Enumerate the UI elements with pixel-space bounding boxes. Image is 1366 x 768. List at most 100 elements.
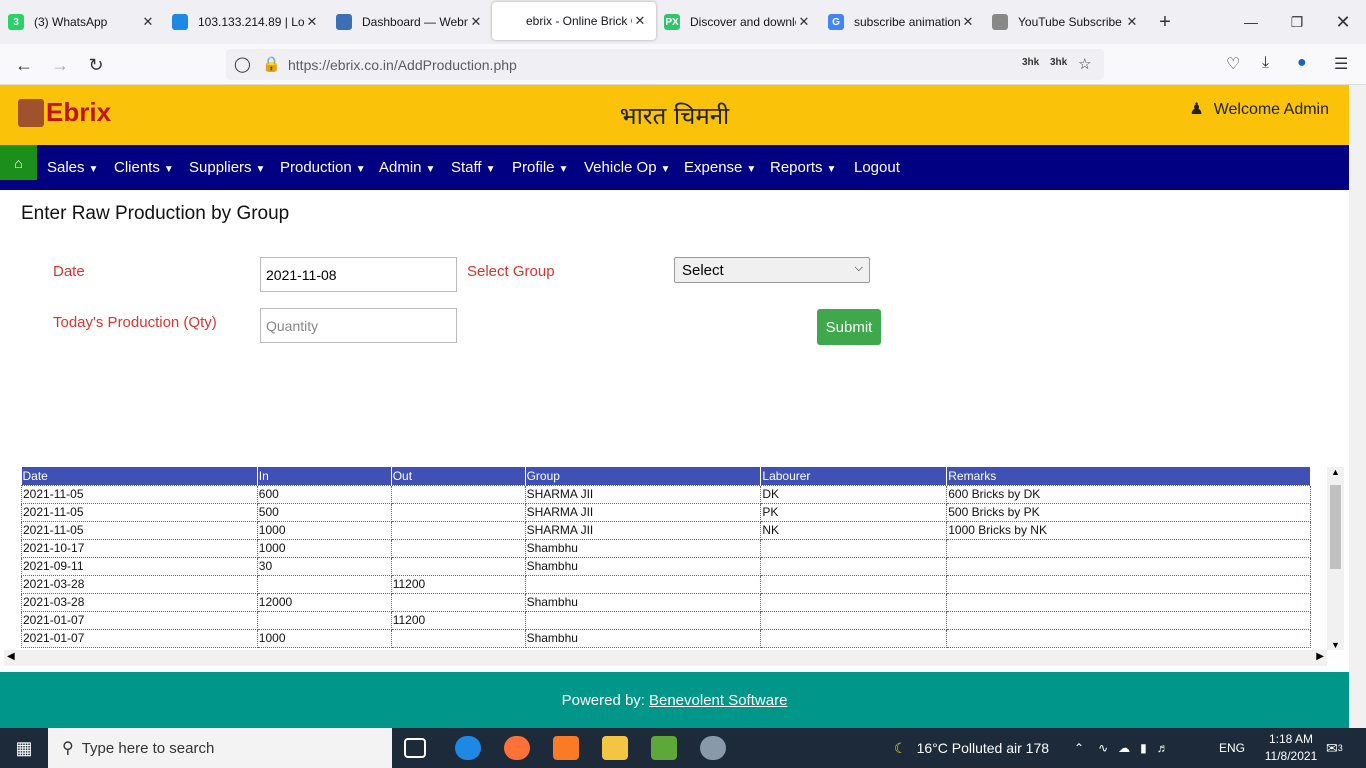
table-row: 2021-11-05 1000 SHARMA JII NK 1000 Bricks by… xyxy=(21,520,1311,540)
table-cell: 500 Bricks by PK xyxy=(946,502,1311,522)
new-tab-icon[interactable]: + xyxy=(1148,0,1182,44)
close-window-icon[interactable]: ✕ xyxy=(1320,0,1366,44)
pocket-icon[interactable]: ♡ xyxy=(1226,54,1240,74)
quantity-input[interactable]: Quantity xyxy=(260,308,457,343)
table-vertical-scrollbar[interactable]: ▲ ▼ xyxy=(1327,467,1344,650)
table-cell: Shambhu xyxy=(524,538,762,558)
remote-icon xyxy=(172,14,188,30)
scroll-left-icon[interactable]: ◀ xyxy=(7,651,15,662)
menu-item-logout[interactable]: Logout xyxy=(854,159,900,176)
shield-icon[interactable]: ◯ xyxy=(234,55,251,73)
scroll-down-icon[interactable]: ▼ xyxy=(1331,640,1340,650)
bookmark-star-icon[interactable]: ☆ xyxy=(1078,55,1091,73)
menu-item-admin[interactable]: Admin ▼ xyxy=(379,159,435,176)
extension-3hk-2[interactable]: 3hk xyxy=(1050,57,1067,68)
firefox-icon[interactable] xyxy=(504,736,530,760)
user-icon: ♟ xyxy=(1189,101,1204,118)
restore-icon[interactable]: ❐ xyxy=(1274,0,1320,44)
column-header[interactable]: Labourer xyxy=(760,467,948,485)
menu-item-label: Admin xyxy=(379,159,422,176)
xampp-icon[interactable] xyxy=(553,736,579,760)
caret-down-icon: ▼ xyxy=(826,164,837,175)
browser-tab[interactable]: 3 (3) WhatsApp ✕ xyxy=(0,0,164,44)
browser-tab[interactable]: ebrix - Online Brick Chimney✕ xyxy=(492,2,656,40)
menu-item-production[interactable]: Production ▼ xyxy=(280,159,366,176)
menu-item-label: Staff xyxy=(451,159,482,176)
page-scrollbar[interactable] xyxy=(1349,85,1366,728)
browser-tab[interactable]: Gsubscribe animation ✕ xyxy=(820,0,984,44)
menu-item-reports[interactable]: Reports ▼ xyxy=(770,159,836,176)
close-tab-icon[interactable]: ✕ xyxy=(304,14,320,30)
edge-icon[interactable] xyxy=(455,736,481,760)
wifi-icon[interactable]: ∿ xyxy=(1098,741,1108,755)
task-view-icon[interactable] xyxy=(404,738,426,758)
column-header[interactable]: Out xyxy=(391,467,526,485)
browser-tab[interactable]: Dashboard — Webmin✕ xyxy=(328,0,492,44)
network-app-icon[interactable] xyxy=(700,736,726,760)
browser-tab[interactable]: PX Discover and download✕ xyxy=(656,0,820,44)
weather-widget[interactable]: ☾ 16°C Polluted air 178 xyxy=(894,728,1049,768)
close-tab-icon[interactable]: ✕ xyxy=(960,14,976,30)
back-icon[interactable]: ← xyxy=(10,52,38,78)
lock-icon[interactable]: 🔒 xyxy=(262,55,281,73)
hamburger-menu-icon[interactable]: ☰ xyxy=(1334,54,1348,74)
caret-down-icon: ▼ xyxy=(255,164,266,175)
browser-tab[interactable]: YouTube Subscribe Button✕ xyxy=(984,0,1148,44)
volume-icon[interactable]: ♬ xyxy=(1157,741,1169,755)
footer-link[interactable]: Benevolent Software xyxy=(649,692,787,709)
menu-item-profile[interactable]: Profile ▼ xyxy=(512,159,568,176)
menu-item-suppliers[interactable]: Suppliers ▼ xyxy=(189,159,265,176)
download-icon[interactable]: ⤓ xyxy=(1262,54,1269,72)
menu-item-vehicle-op[interactable]: Vehicle Op ▼ xyxy=(584,159,670,176)
forward-icon[interactable]: → xyxy=(46,52,74,78)
table-cell: 2021-01-07 xyxy=(21,610,258,630)
close-tab-icon[interactable]: ✕ xyxy=(632,13,648,29)
url-bar[interactable]: ◯ 🔒 https://ebrix.co.in/AddProduction.ph… xyxy=(226,49,1104,80)
url-text[interactable]: https://ebrix.co.in/AddProduction.php xyxy=(288,57,517,73)
scroll-up-icon[interactable]: ▲ xyxy=(1331,467,1340,477)
table-horizontal-scrollbar[interactable]: ◀ ▶ xyxy=(4,650,1327,666)
column-header[interactable]: In xyxy=(257,467,392,485)
extension-3hk-1[interactable]: 3hk xyxy=(1022,57,1039,68)
column-header[interactable]: Remarks xyxy=(946,467,1311,485)
menu-item-clients[interactable]: Clients ▼ xyxy=(114,159,174,176)
taskbar-clock[interactable]: 1:18 AM 11/8/2021 xyxy=(1256,731,1326,765)
table-cell: 2021-11-05 xyxy=(21,502,258,522)
table-cell: 2021-11-05 xyxy=(21,484,258,504)
menu-item-sales[interactable]: Sales ▼ xyxy=(47,159,98,176)
close-tab-icon[interactable]: ✕ xyxy=(468,14,484,30)
submit-button[interactable]: Submit xyxy=(817,309,881,345)
menu-item-staff[interactable]: Staff ▼ xyxy=(451,159,496,176)
scroll-right-icon[interactable]: ▶ xyxy=(1316,651,1324,662)
reload-icon[interactable]: ↻ xyxy=(82,52,110,78)
notification-center[interactable]: ✉ 3 xyxy=(1326,728,1343,768)
table-cell xyxy=(390,556,526,576)
tray-icons[interactable]: ⌃ ∿ ☁ ▮ ♬ xyxy=(1074,728,1169,768)
windows-start-icon[interactable]: ▦ xyxy=(0,728,48,768)
site-header: Ebrix भारत चिमनी ♟ Welcome Admin xyxy=(0,85,1349,145)
menu-item-label: Vehicle Op xyxy=(584,159,657,176)
file-explorer-icon[interactable] xyxy=(602,736,628,760)
minimize-icon[interactable]: — xyxy=(1228,0,1274,44)
group-select[interactable]: Select ⌵ xyxy=(674,257,870,283)
date-input[interactable]: 2021-11-08 xyxy=(260,257,457,292)
language-indicator[interactable]: ENG xyxy=(1219,728,1245,768)
notepad-plus-icon[interactable] xyxy=(651,736,677,760)
table-row: 2021-03-28 12000 Shambhu xyxy=(21,592,1311,612)
onedrive-icon[interactable]: ☁ xyxy=(1118,741,1130,755)
close-tab-icon[interactable]: ✕ xyxy=(796,14,812,30)
close-tab-icon[interactable]: ✕ xyxy=(140,14,156,30)
browser-tab[interactable]: 103.133.214.89 | Login✕ xyxy=(164,0,328,44)
close-tab-icon[interactable]: ✕ xyxy=(1124,14,1140,30)
battery-icon[interactable]: ▮ xyxy=(1140,741,1147,755)
table-cell xyxy=(760,592,948,612)
column-header[interactable]: Date xyxy=(21,467,258,485)
account-icon[interactable]: ● xyxy=(1297,54,1307,72)
home-icon[interactable]: ⌂ xyxy=(0,145,37,180)
taskbar-search[interactable]: ⚲ Type here to search xyxy=(48,728,392,768)
column-header[interactable]: Group xyxy=(525,467,762,485)
menu-item-expense[interactable]: Expense ▼ xyxy=(684,159,756,176)
chevron-up-icon[interactable]: ⌃ xyxy=(1074,741,1084,755)
welcome-user[interactable]: ♟ Welcome Admin xyxy=(1189,99,1329,119)
scroll-thumb[interactable] xyxy=(1330,485,1341,569)
